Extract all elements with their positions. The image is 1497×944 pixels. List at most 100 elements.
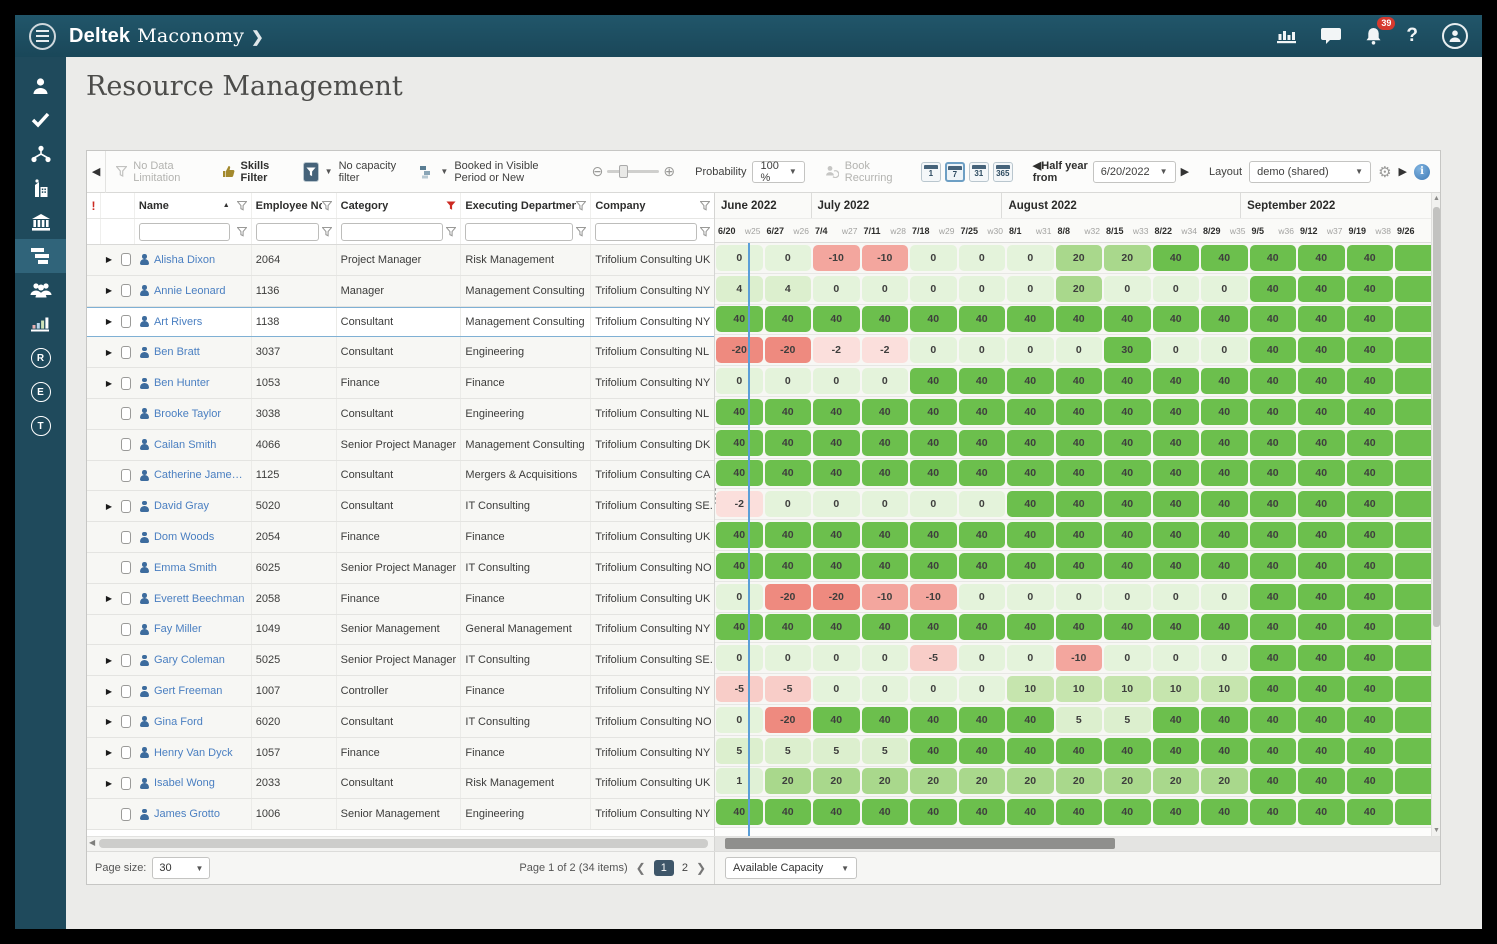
capacity-cell[interactable]: 20 bbox=[1103, 768, 1152, 794]
capacity-cell[interactable]: 40 bbox=[1346, 553, 1395, 579]
week-header[interactable]: 6/20w25 bbox=[715, 219, 764, 242]
resource-name-link[interactable]: Ben Hunter bbox=[154, 377, 210, 389]
capacity-cell[interactable]: 40 bbox=[909, 460, 958, 486]
table-row[interactable]: Cailan Smith4066Senior Project ManagerMa… bbox=[87, 430, 714, 461]
capacity-cell[interactable]: 0 bbox=[1006, 584, 1055, 610]
help-icon[interactable]: ? bbox=[1406, 25, 1418, 47]
row-checkbox[interactable] bbox=[121, 407, 131, 420]
filter-menu-icon[interactable] bbox=[576, 227, 586, 237]
capacity-cell[interactable]: 40 bbox=[715, 399, 764, 425]
column-filter-icon[interactable] bbox=[700, 201, 710, 211]
capacity-cell[interactable]: 0 bbox=[1103, 584, 1152, 610]
column-filter-icon[interactable] bbox=[446, 201, 456, 211]
capacity-cell[interactable]: 40 bbox=[1152, 430, 1201, 456]
capacity-cell[interactable]: 40 bbox=[812, 399, 861, 425]
menu-icon[interactable] bbox=[29, 23, 56, 50]
capacity-cell[interactable]: 10 bbox=[1152, 676, 1201, 702]
page-number-1[interactable]: 1 bbox=[654, 860, 674, 876]
capacity-cell[interactable]: 40 bbox=[1103, 460, 1152, 486]
capacity-cell[interactable]: 40 bbox=[1055, 368, 1104, 394]
capacity-cell[interactable]: 0 bbox=[715, 245, 764, 271]
capacity-cell[interactable]: 10 bbox=[1200, 676, 1249, 702]
sidebar-item-employees[interactable] bbox=[15, 69, 66, 103]
capacity-cell[interactable]: 40 bbox=[1297, 707, 1346, 733]
capacity-cell[interactable]: 40 bbox=[1297, 368, 1346, 394]
row-expand-arrow[interactable]: ▶ bbox=[101, 738, 117, 768]
capacity-cell[interactable]: 40 bbox=[958, 553, 1007, 579]
sidebar-item-teams[interactable] bbox=[15, 273, 66, 307]
capacity-cell[interactable]: 40 bbox=[909, 306, 958, 332]
user-avatar-icon[interactable] bbox=[1442, 23, 1468, 49]
capacity-cell[interactable] bbox=[1394, 245, 1431, 271]
capacity-cell[interactable] bbox=[1394, 368, 1431, 394]
capacity-cell[interactable]: 40 bbox=[1346, 584, 1395, 610]
capacity-cell[interactable]: 40 bbox=[715, 306, 764, 332]
capacity-cell[interactable]: 0 bbox=[812, 368, 861, 394]
table-row[interactable]: ▶Isabel Wong2033ConsultantRisk Managemen… bbox=[87, 769, 714, 800]
capacity-cell[interactable]: 40 bbox=[1346, 430, 1395, 456]
capacity-cell[interactable] bbox=[1394, 460, 1431, 486]
calendar-scale-365-button[interactable]: 365 bbox=[993, 162, 1013, 182]
resource-name-link[interactable]: Emma Smith bbox=[154, 562, 217, 574]
capacity-cell[interactable]: 0 bbox=[1006, 245, 1055, 271]
filter-input[interactable] bbox=[341, 223, 444, 241]
capacity-cell[interactable]: 40 bbox=[1055, 306, 1104, 332]
resource-name-link[interactable]: Everett Beechman bbox=[154, 593, 245, 605]
capacity-cell[interactable]: 10 bbox=[1103, 676, 1152, 702]
capacity-cell[interactable]: 40 bbox=[764, 430, 813, 456]
table-row[interactable]: ▶David Gray5020ConsultantIT ConsultingTr… bbox=[87, 491, 714, 522]
capacity-cell[interactable]: 0 bbox=[1055, 337, 1104, 363]
sidebar-item-reports-chart[interactable] bbox=[15, 307, 66, 341]
capacity-cell[interactable]: 40 bbox=[1200, 245, 1249, 271]
capacity-cell[interactable]: 40 bbox=[861, 399, 910, 425]
vertical-scroll-thumb[interactable] bbox=[1433, 207, 1440, 627]
week-header[interactable]: 7/18w29 bbox=[909, 219, 958, 242]
capacity-cell[interactable]: 40 bbox=[1297, 738, 1346, 764]
capacity-cell[interactable]: 40 bbox=[1152, 707, 1201, 733]
capacity-cell[interactable]: 40 bbox=[958, 738, 1007, 764]
capacity-cell[interactable]: 40 bbox=[861, 306, 910, 332]
capacity-cell[interactable]: 0 bbox=[715, 584, 764, 610]
capacity-cell[interactable]: 40 bbox=[1200, 614, 1249, 640]
capacity-cell[interactable]: 40 bbox=[909, 738, 958, 764]
row-expand-arrow[interactable]: ▶ bbox=[101, 584, 117, 614]
capacity-cell[interactable]: 40 bbox=[1297, 584, 1346, 610]
capacity-cell[interactable]: 40 bbox=[1346, 738, 1395, 764]
capacity-cell[interactable]: 40 bbox=[1297, 614, 1346, 640]
row-expand-arrow[interactable]: ▶ bbox=[101, 645, 117, 675]
capacity-cell[interactable]: 40 bbox=[1297, 337, 1346, 363]
capacity-cell[interactable]: 40 bbox=[1346, 399, 1395, 425]
capacity-cell[interactable] bbox=[1394, 676, 1431, 702]
week-header[interactable]: 8/8w32 bbox=[1055, 219, 1104, 242]
capacity-cell[interactable] bbox=[1394, 522, 1431, 548]
column-filter-icon[interactable] bbox=[237, 201, 247, 211]
calendar-scale-7-button[interactable]: 7 bbox=[945, 162, 965, 182]
apply-layout-arrow[interactable]: ▶ bbox=[1399, 165, 1407, 178]
capacity-cell[interactable]: 10 bbox=[1055, 676, 1104, 702]
capacity-cell[interactable]: 30 bbox=[1103, 337, 1152, 363]
capacity-cell[interactable]: 40 bbox=[1152, 799, 1201, 825]
capacity-cell[interactable]: 0 bbox=[909, 337, 958, 363]
capacity-cell[interactable] bbox=[1394, 738, 1431, 764]
capacity-cell[interactable]: 5 bbox=[1055, 707, 1104, 733]
capacity-cell[interactable]: 40 bbox=[1346, 768, 1395, 794]
column-header-company[interactable]: Company bbox=[591, 193, 714, 218]
calendar-scale-31-button[interactable]: 31 bbox=[969, 162, 989, 182]
capacity-cell[interactable] bbox=[1394, 399, 1431, 425]
capacity-cell[interactable]: 40 bbox=[1006, 522, 1055, 548]
row-expand-arrow[interactable]: ▶ bbox=[101, 769, 117, 799]
week-header[interactable]: 9/26 bbox=[1394, 219, 1431, 242]
capacity-cell[interactable]: 0 bbox=[812, 491, 861, 517]
resource-name-link[interactable]: Alisha Dixon bbox=[154, 254, 215, 266]
capacity-cell[interactable]: 40 bbox=[1249, 399, 1298, 425]
info-icon[interactable]: i bbox=[1414, 164, 1430, 180]
capacity-cell[interactable]: 40 bbox=[1006, 614, 1055, 640]
capacity-cell[interactable]: 40 bbox=[1006, 368, 1055, 394]
scroll-down-icon[interactable]: ▼ bbox=[1433, 827, 1440, 834]
capacity-cell[interactable]: 40 bbox=[1006, 491, 1055, 517]
sidebar-item-company[interactable] bbox=[15, 171, 66, 205]
row-checkbox[interactable] bbox=[121, 592, 131, 605]
capacity-cell[interactable]: 40 bbox=[1346, 522, 1395, 548]
resource-name-link[interactable]: James Grotto bbox=[154, 808, 220, 820]
layout-select[interactable]: demo (shared) ▼ bbox=[1249, 161, 1371, 183]
